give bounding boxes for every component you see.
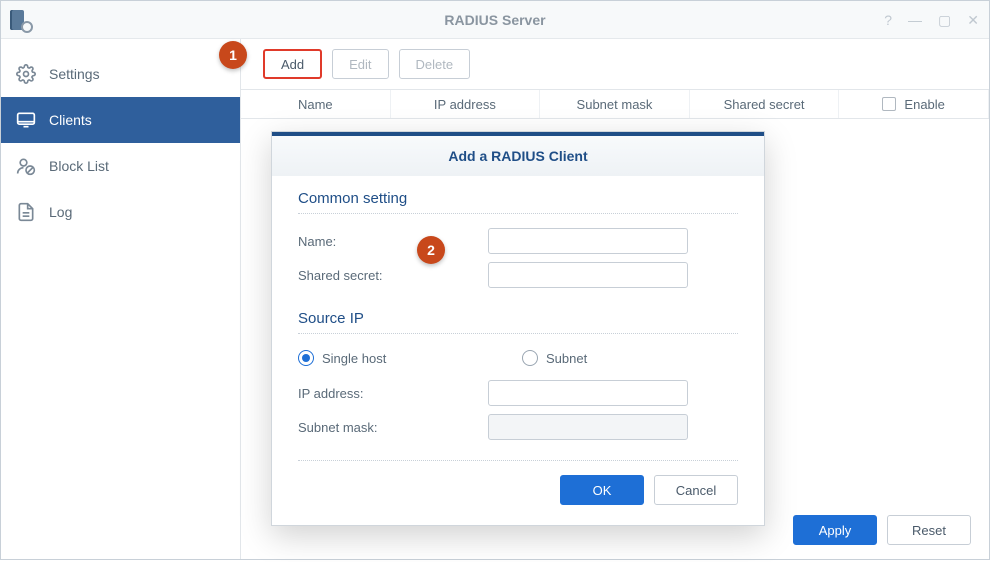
table-header: Name IP address Subnet mask Shared secre…	[241, 89, 989, 119]
ip-label: IP address:	[298, 386, 488, 401]
th-name[interactable]: Name	[241, 90, 391, 118]
sidebar-item-log[interactable]: Log	[1, 189, 240, 235]
sidebar-item-label: Settings	[49, 66, 100, 82]
radio-icon	[298, 350, 314, 366]
radio-single-host[interactable]: Single host	[298, 350, 512, 366]
name-label: Name:	[298, 234, 488, 249]
document-icon	[15, 201, 37, 223]
th-enable[interactable]: Enable	[839, 90, 989, 118]
app-window: RADIUS Server ? — ▢ ✕ Settings Clients	[0, 0, 990, 560]
cancel-button[interactable]: Cancel	[654, 475, 738, 505]
name-field[interactable]	[488, 228, 688, 254]
user-block-icon	[15, 155, 37, 177]
sidebar-item-blocklist[interactable]: Block List	[1, 143, 240, 189]
add-button[interactable]: Add	[263, 49, 322, 79]
monitor-icon	[15, 109, 37, 131]
sidebar: Settings Clients Block List Log	[1, 39, 241, 559]
th-secret[interactable]: Shared secret	[690, 90, 840, 118]
sidebar-item-label: Log	[49, 204, 72, 220]
sidebar-item-label: Clients	[49, 112, 92, 128]
section-common: Common setting	[298, 190, 738, 214]
add-client-dialog: 2 Add a RADIUS Client Common setting Nam…	[271, 131, 765, 526]
apply-button[interactable]: Apply	[793, 515, 877, 545]
gear-icon	[15, 63, 37, 85]
sidebar-item-clients[interactable]: Clients	[1, 97, 240, 143]
subnet-mask-field	[488, 414, 688, 440]
edit-button[interactable]: Edit	[332, 49, 388, 79]
dialog-body: Common setting Name: Shared secret: Sour…	[272, 176, 764, 525]
radio-icon	[522, 350, 538, 366]
th-subnet[interactable]: Subnet mask	[540, 90, 690, 118]
th-enable-label: Enable	[904, 97, 944, 112]
window-controls: ? — ▢ ✕	[884, 1, 979, 38]
sidebar-item-label: Block List	[49, 158, 109, 174]
th-ip[interactable]: IP address	[391, 90, 541, 118]
mask-label: Subnet mask:	[298, 420, 488, 435]
ok-button[interactable]: OK	[560, 475, 644, 505]
app-icon	[7, 7, 33, 33]
radio-subnet[interactable]: Subnet	[522, 350, 736, 366]
titlebar: RADIUS Server ? — ▢ ✕	[1, 1, 989, 39]
main-footer: Apply Reset	[793, 515, 971, 545]
ip-field[interactable]	[488, 380, 688, 406]
window-title: RADIUS Server	[1, 12, 989, 28]
radio-single-label: Single host	[322, 351, 386, 366]
source-ip-radios: Single host Subnet	[298, 344, 738, 376]
dialog-title: Add a RADIUS Client	[448, 148, 587, 164]
reset-button[interactable]: Reset	[887, 515, 971, 545]
radio-subnet-label: Subnet	[546, 351, 587, 366]
section-sourceip: Source IP	[298, 310, 738, 334]
help-icon[interactable]: ?	[884, 13, 892, 27]
delete-button[interactable]: Delete	[399, 49, 471, 79]
sidebar-item-settings[interactable]: Settings	[1, 51, 240, 97]
dialog-header: Add a RADIUS Client	[272, 136, 764, 176]
dialog-footer: OK Cancel	[298, 460, 738, 515]
enable-all-checkbox[interactable]	[882, 97, 896, 111]
close-icon[interactable]: ✕	[967, 13, 979, 27]
secret-field[interactable]	[488, 262, 688, 288]
minimize-icon[interactable]: —	[908, 13, 922, 27]
maximize-icon[interactable]: ▢	[938, 13, 951, 27]
main-pane: 1 Add Edit Delete Name IP address Subnet…	[241, 39, 989, 559]
secret-label: Shared secret:	[298, 268, 488, 283]
toolbar: 1 Add Edit Delete	[241, 39, 989, 89]
